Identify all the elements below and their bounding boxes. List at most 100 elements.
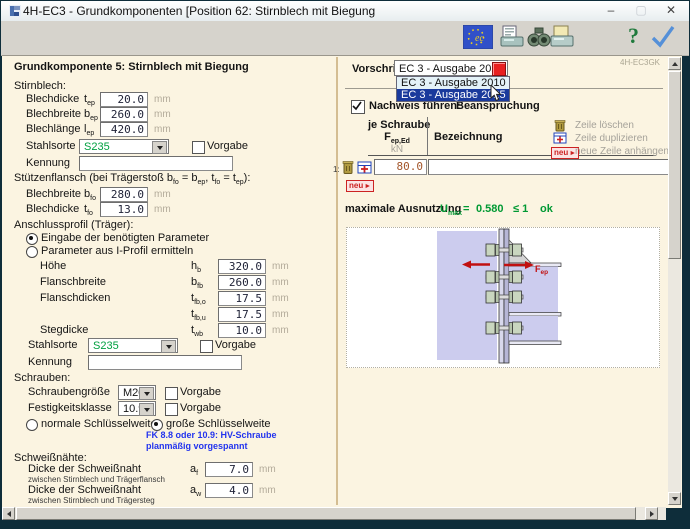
sym-sub: fo bbox=[87, 210, 93, 217]
sym-sub: w bbox=[196, 491, 201, 498]
schweissnaht-flansch-input[interactable]: 7.0 bbox=[205, 462, 253, 477]
stahlsorte-traeger-select[interactable]: S235 bbox=[88, 338, 178, 353]
force-sym: F bbox=[384, 131, 391, 143]
vorgabe-label: Vorgabe bbox=[180, 402, 221, 415]
print-preview-icon[interactable] bbox=[499, 24, 525, 50]
maximize-button[interactable]: ▢ bbox=[630, 0, 652, 20]
row-index: 1: bbox=[333, 165, 340, 174]
vorgabe-checkbox[interactable] bbox=[192, 141, 205, 154]
vorgabe-checkbox[interactable] bbox=[165, 403, 178, 416]
chevron-down-icon[interactable] bbox=[139, 387, 154, 400]
result-limit: ≤ 1 bbox=[513, 203, 528, 215]
vorschrift-select[interactable]: EC 3 - Ausgabe 2025 bbox=[394, 60, 508, 76]
blechbreite-input[interactable]: 260.0 bbox=[100, 107, 148, 122]
blechlaenge-input[interactable]: 420.0 bbox=[100, 122, 148, 137]
nachweis-checkbox[interactable] bbox=[351, 100, 365, 114]
chevron-down-icon[interactable] bbox=[152, 141, 167, 154]
connection-diagram: Fep bbox=[346, 227, 660, 368]
festigkeitsklasse-select[interactable]: 10.9 bbox=[118, 401, 156, 416]
sym-sub: fb bbox=[197, 283, 203, 290]
unit-label: mm bbox=[154, 188, 171, 201]
radio-iprofil[interactable] bbox=[26, 246, 38, 258]
stegdicke-input[interactable]: 10.0 bbox=[218, 323, 266, 338]
kennung-input[interactable] bbox=[79, 156, 233, 171]
field-label: Blechdicke bbox=[26, 93, 79, 106]
txt: ): bbox=[244, 172, 251, 184]
stahlsorte-value: S235 bbox=[93, 340, 119, 352]
confirm-icon[interactable] bbox=[650, 25, 676, 49]
scroll-right-button[interactable] bbox=[645, 507, 658, 520]
festigkeitsklasse-label: Festigkeitsklasse bbox=[28, 402, 112, 415]
unit-label: mm bbox=[154, 123, 171, 136]
schrauben-hinweis-2: planmäßig vorgespannt bbox=[146, 441, 248, 451]
scroll-up-button[interactable] bbox=[668, 57, 681, 70]
search-icon[interactable] bbox=[527, 24, 551, 50]
vorgabe-label: Vorgabe bbox=[180, 386, 221, 399]
stahlsorte-select[interactable]: S235 bbox=[79, 139, 169, 154]
result-value: 0.580 bbox=[476, 203, 504, 215]
kennung-traeger-input[interactable] bbox=[88, 355, 242, 370]
chevron-down-icon[interactable] bbox=[161, 340, 176, 353]
minimize-button[interactable]: – bbox=[600, 0, 622, 20]
flanschdicke-oben-input[interactable]: 17.5 bbox=[218, 291, 266, 306]
field-symbol: bfb bbox=[191, 276, 203, 290]
unit-label: mm bbox=[154, 93, 171, 106]
radio-label: Eingabe der benötigten Parameter bbox=[41, 232, 209, 245]
neu-append-button[interactable]: neu bbox=[346, 180, 374, 192]
result-sub: max bbox=[448, 210, 462, 217]
chevron-down-icon[interactable] bbox=[139, 403, 154, 416]
scroll-left-button[interactable] bbox=[2, 507, 15, 520]
field-symbol: twb bbox=[191, 324, 203, 338]
duplicate-row-icon[interactable] bbox=[357, 161, 372, 174]
action-duplicate-label: Zeile duplizieren bbox=[575, 133, 648, 144]
help-icon[interactable]: ? bbox=[628, 23, 639, 49]
result-eq: = bbox=[463, 203, 469, 215]
close-button[interactable]: ✕ bbox=[660, 0, 682, 20]
field-label: Höhe bbox=[40, 260, 66, 273]
field-label: Blechbreite bbox=[26, 188, 81, 201]
vorschrift-red-button[interactable] bbox=[492, 62, 506, 76]
schweissnaht-steg-input[interactable]: 4.0 bbox=[205, 483, 253, 498]
col-name-header: Bezeichnung bbox=[434, 131, 502, 143]
eurocode-icon[interactable]: ec bbox=[463, 25, 493, 49]
flanschdicke-unten-input[interactable]: 17.5 bbox=[218, 307, 266, 322]
column-divider bbox=[427, 117, 428, 156]
vorgabe-checkbox[interactable] bbox=[165, 387, 178, 400]
svg-text:ec: ec bbox=[475, 33, 484, 44]
field-symbol: bfo bbox=[84, 188, 96, 202]
result-sym: U bbox=[440, 203, 448, 215]
txt: = t bbox=[220, 172, 236, 184]
vorgabe-checkbox[interactable] bbox=[200, 340, 213, 353]
hoehe-input[interactable]: 320.0 bbox=[218, 259, 266, 274]
scroll-down-button[interactable] bbox=[668, 492, 681, 505]
flanschbreite-stuetze-input[interactable]: 280.0 bbox=[100, 187, 148, 202]
weld-sublabel: zwischen Stirnblech und Trägerflansch bbox=[28, 475, 165, 484]
radio-label: Parameter aus I-Profil ermitteln bbox=[41, 245, 193, 258]
section-schrauben: Schrauben: bbox=[14, 372, 70, 385]
app-icon bbox=[8, 4, 22, 18]
field-symbol: tfb,o bbox=[191, 292, 206, 306]
sym-sub: b bbox=[197, 267, 201, 274]
schraubengroesse-select[interactable]: M20 bbox=[118, 385, 156, 400]
txt: Stützenflansch (bei Trägerstoß b bbox=[14, 172, 173, 184]
stahlsorte-label: Stahlsorte bbox=[28, 339, 78, 352]
force-input[interactable]: 80.0 bbox=[374, 159, 427, 175]
panel-divider bbox=[336, 57, 338, 505]
bezeichnung-input[interactable] bbox=[428, 159, 671, 175]
horizontal-scroll-thumb[interactable] bbox=[16, 507, 636, 520]
flanschdicke-stuetze-input[interactable]: 13.0 bbox=[100, 202, 148, 217]
vertical-scroll-thumb[interactable] bbox=[668, 71, 681, 259]
toolbar bbox=[1, 21, 689, 56]
field-symbol: aw bbox=[190, 484, 201, 498]
print-icon[interactable] bbox=[549, 24, 575, 50]
radio-normale-schluesselweite[interactable] bbox=[26, 419, 38, 431]
window-title: 4H-EC3 - Grundkomponenten [Position 62: … bbox=[23, 4, 375, 18]
radio-eingabe-parameter[interactable] bbox=[26, 233, 38, 245]
unit-label: mm bbox=[272, 308, 289, 321]
flanschbreite-input[interactable]: 260.0 bbox=[218, 275, 266, 290]
sym-sub: fb,o bbox=[194, 299, 206, 306]
blechdicke-input[interactable]: 20.0 bbox=[100, 92, 148, 107]
delete-row-icon[interactable] bbox=[342, 160, 354, 174]
weld-sublabel: zwischen Stirnblech und Trägersteg bbox=[28, 496, 155, 505]
field-label: Stegdicke bbox=[40, 324, 88, 337]
